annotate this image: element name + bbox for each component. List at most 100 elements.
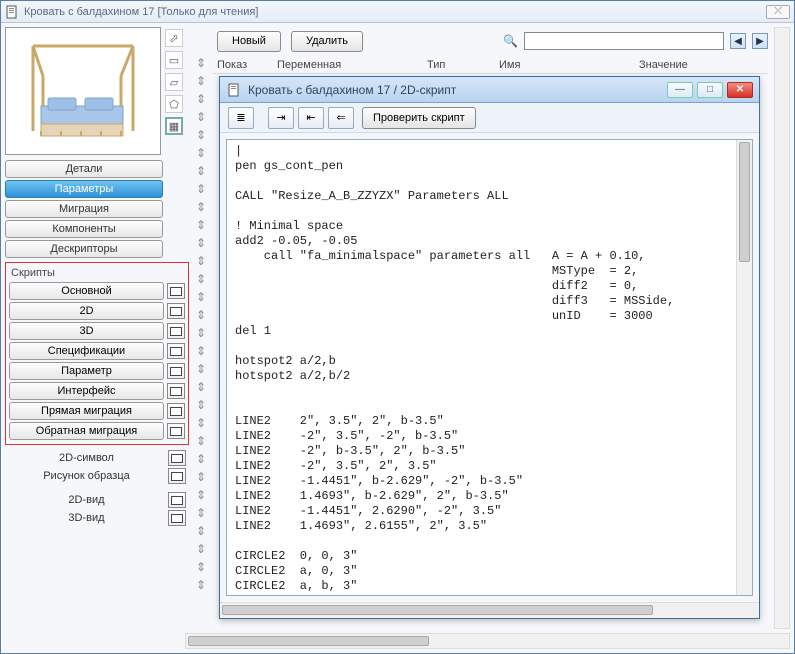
check-script-button[interactable]: Проверить скрипт xyxy=(362,107,476,129)
gutter-updown-icon[interactable]: ⇕ xyxy=(195,237,207,249)
extra-2d-view-edit[interactable] xyxy=(168,492,186,508)
script-main[interactable]: Основной xyxy=(9,282,164,300)
search-icon: 🔍 xyxy=(503,34,518,48)
view-3d-icon[interactable]: ⬠ xyxy=(165,95,183,113)
gutter-updown-icon[interactable]: ⇕ xyxy=(195,543,207,555)
header-show: Показ xyxy=(217,59,277,71)
gutter-updown-icon[interactable]: ⇕ xyxy=(195,561,207,573)
gutter-updown-icon[interactable]: ⇕ xyxy=(195,57,207,69)
outer-vscrollbar[interactable] xyxy=(774,27,790,629)
script-spec[interactable]: Спецификации xyxy=(9,342,164,360)
gutter-updown-icon[interactable]: ⇕ xyxy=(195,507,207,519)
gutter-updown-icon[interactable]: ⇕ xyxy=(195,201,207,213)
gutter-updown-icon[interactable]: ⇕ xyxy=(195,93,207,105)
script-back-edit[interactable] xyxy=(167,423,185,439)
minimize-button[interactable]: — xyxy=(667,82,693,98)
view-preview-icon[interactable]: ▦ xyxy=(165,117,183,135)
nav-components[interactable]: Компоненты xyxy=(5,220,163,238)
gutter-updown-icon[interactable]: ⇕ xyxy=(195,579,207,591)
new-button[interactable]: Новый xyxy=(217,31,281,52)
gutter-updown-icon[interactable]: ⇕ xyxy=(195,471,207,483)
gutter-updown-icon[interactable]: ⇕ xyxy=(195,291,207,303)
search-input[interactable] xyxy=(524,32,724,50)
nav-details[interactable]: Детали xyxy=(5,160,163,178)
gutter-updown-icon[interactable]: ⇕ xyxy=(195,111,207,123)
title-bar: Кровать с балдахином 17 [Только для чтен… xyxy=(1,1,794,23)
toolbar-back-icon[interactable]: ⇐ xyxy=(328,107,354,129)
gutter-updown-icon[interactable]: ⇕ xyxy=(195,345,207,357)
gutter-updown-icon[interactable]: ⇕ xyxy=(195,327,207,339)
extra-2d-view[interactable]: 2D-вид xyxy=(8,494,165,506)
header-variable: Переменная xyxy=(277,59,427,71)
extra-sample-pic[interactable]: Рисунок образца xyxy=(8,470,165,482)
script-param[interactable]: Параметр xyxy=(9,362,164,380)
script-interface[interactable]: Интерфейс xyxy=(9,382,164,400)
script-spec-edit[interactable] xyxy=(167,343,185,359)
gutter-updown-icon[interactable]: ⇕ xyxy=(195,255,207,267)
view-section-icon[interactable]: ▱ xyxy=(165,73,183,91)
delete-button[interactable]: Удалить xyxy=(291,31,363,52)
preview-image xyxy=(5,27,161,155)
nav-parameters[interactable]: Параметры xyxy=(5,180,163,198)
gutter-updown-icon[interactable]: ⇕ xyxy=(195,489,207,501)
view-2d-icon[interactable]: ⬀ xyxy=(165,29,183,47)
search-prev-button[interactable]: ◀ xyxy=(730,33,746,49)
script-editor[interactable]: | pen gs_cont_pen CALL "Resize_A_B_ZZYZX… xyxy=(227,140,736,595)
scripts-group: Скрипты Основной 2D 3D Спецификации Пара… xyxy=(5,262,189,445)
close-button[interactable]: ⤬ xyxy=(766,5,790,19)
gutter-updown-icon[interactable]: ⇕ xyxy=(195,129,207,141)
nav-descriptors[interactable]: Дескрипторы xyxy=(5,240,163,258)
gutter-updown-icon[interactable]: ⇕ xyxy=(195,381,207,393)
script-fwd-migration[interactable]: Прямая миграция xyxy=(9,402,164,420)
extra-2d-symbol-edit[interactable] xyxy=(168,450,186,466)
script-back-migration[interactable]: Обратная миграция xyxy=(9,422,164,440)
script-3d-edit[interactable] xyxy=(167,323,185,339)
right-panel: Новый Удалить 🔍 ◀ ▶ Показ Переменная Тип… xyxy=(213,27,772,629)
gutter-updown-icon[interactable]: ⇕ xyxy=(195,399,207,411)
inner-window-title: Кровать с балдахином 17 / 2D-скрипт xyxy=(248,83,663,97)
header-name: Имя xyxy=(499,59,639,71)
gutter-updown-icon[interactable]: ⇕ xyxy=(195,525,207,537)
gutter-updown-icon[interactable]: ⇕ xyxy=(195,273,207,285)
gutter-updown-icon[interactable]: ⇕ xyxy=(195,219,207,231)
maximize-button[interactable]: □ xyxy=(697,82,723,98)
gutter-updown-icon[interactable]: ⇕ xyxy=(195,309,207,321)
extra-3d-view-edit[interactable] xyxy=(168,510,186,526)
gutter-updown-icon[interactable]: ⇕ xyxy=(195,435,207,447)
gutter-updown-icon[interactable]: ⇕ xyxy=(195,147,207,159)
body: ⬀ ▭ ▱ ⬠ ▦ Детали Параметры Миграция Комп… xyxy=(1,23,794,633)
extra-sample-pic-edit[interactable] xyxy=(168,468,186,484)
script-3d[interactable]: 3D xyxy=(9,322,164,340)
extra-2d-symbol[interactable]: 2D-символ xyxy=(8,452,165,464)
toolbar-list-icon[interactable]: ≣ xyxy=(228,107,254,129)
script-2d[interactable]: 2D xyxy=(9,302,164,320)
script-interface-edit[interactable] xyxy=(167,383,185,399)
gutter-updown-icon[interactable]: ⇕ xyxy=(195,165,207,177)
outer-hscrollbar[interactable] xyxy=(185,633,790,649)
search-next-button[interactable]: ▶ xyxy=(752,33,768,49)
window-title: Кровать с балдахином 17 [Только для чтен… xyxy=(24,6,766,18)
gutter-updown-icon[interactable]: ⇕ xyxy=(195,183,207,195)
gutter-updown-icon[interactable]: ⇕ xyxy=(195,75,207,87)
document-icon xyxy=(226,82,242,98)
extra-3d-view[interactable]: 3D-вид xyxy=(8,512,165,524)
nav-migration[interactable]: Миграция xyxy=(5,200,163,218)
gutter-updown-icon[interactable]: ⇕ xyxy=(195,417,207,429)
toolbar-outdent-icon[interactable]: ⇤ xyxy=(298,107,324,129)
view-elevation-icon[interactable]: ▭ xyxy=(165,51,183,69)
column-headers: Показ Переменная Тип Имя Значение xyxy=(213,55,772,73)
gutter-updown-icon[interactable]: ⇕ xyxy=(195,453,207,465)
script-2d-edit[interactable] xyxy=(167,303,185,319)
editor-hscrollbar[interactable] xyxy=(220,602,759,618)
script-param-edit[interactable] xyxy=(167,363,185,379)
editor-vscrollbar[interactable] xyxy=(736,140,752,595)
script-main-edit[interactable] xyxy=(167,283,185,299)
script-fwd-edit[interactable] xyxy=(167,403,185,419)
inner-close-button[interactable]: ✕ xyxy=(727,82,753,98)
main-window: Кровать с балдахином 17 [Только для чтен… xyxy=(0,0,795,654)
toolbar-indent-icon[interactable]: ⇥ xyxy=(268,107,294,129)
scripts-title: Скрипты xyxy=(11,267,185,279)
inner-title-bar: Кровать с балдахином 17 / 2D-скрипт — □ … xyxy=(220,77,759,103)
document-icon xyxy=(5,5,19,19)
gutter-updown-icon[interactable]: ⇕ xyxy=(195,363,207,375)
